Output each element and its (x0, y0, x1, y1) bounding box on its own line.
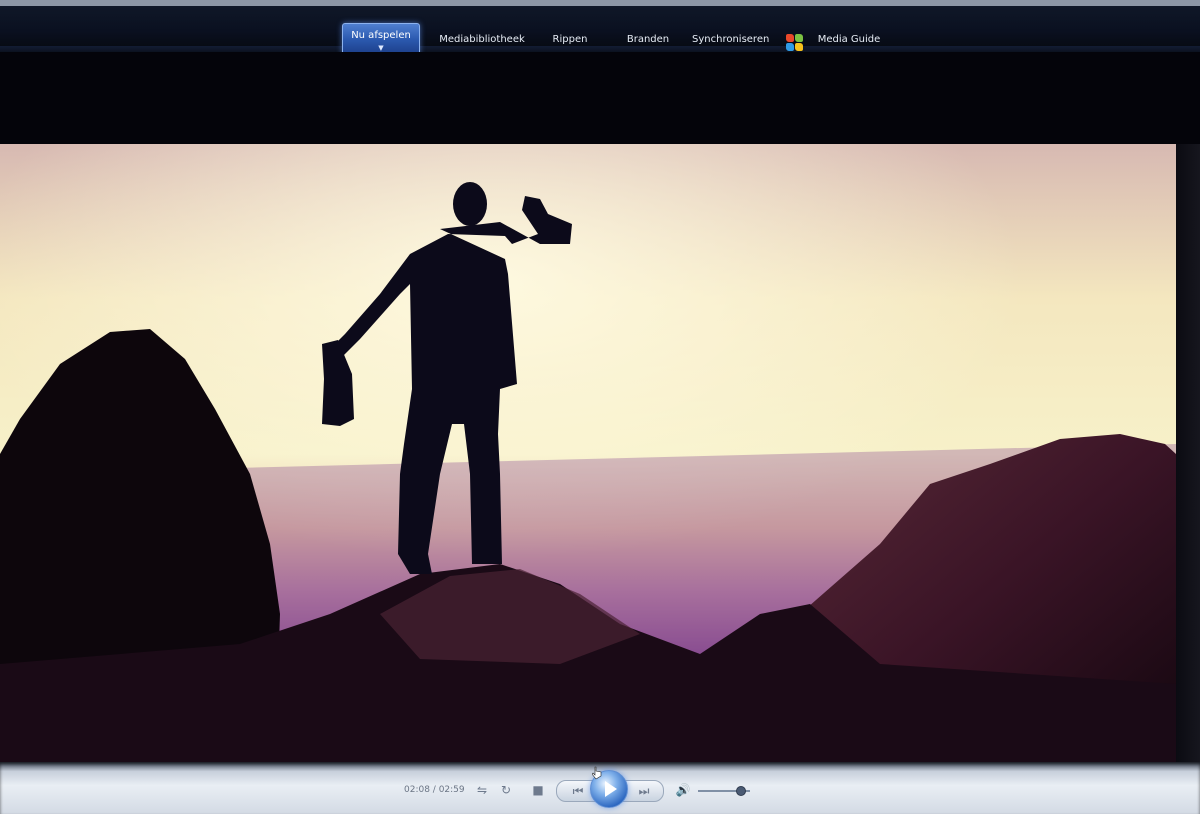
previous-icon[interactable]: ⏮ (567, 781, 589, 801)
volume-slider-thumb[interactable] (735, 786, 746, 796)
video-frame[interactable] (0, 144, 1176, 764)
tab-sync[interactable]: Synchroniseren (692, 28, 770, 52)
mouse-pointer-icon (592, 766, 602, 780)
tab-media-guide[interactable]: Media Guide (814, 28, 884, 52)
next-icon[interactable]: ⏭ (633, 781, 655, 801)
stop-icon[interactable]: ■ (530, 780, 546, 800)
tab-library[interactable]: Mediabibliotheek (436, 28, 528, 52)
play-icon (605, 781, 617, 797)
tab-library-label: Mediabibliotheek (439, 34, 525, 45)
tab-rip-label: Rippen (552, 34, 588, 45)
repeat-icon[interactable]: ↻ (498, 780, 514, 800)
time-readout: 02:08 / 02:59 (404, 785, 465, 795)
shuffle-icon[interactable]: ⇋ (474, 780, 490, 800)
speaker-icon[interactable]: 🔊 (674, 780, 692, 800)
tab-burn[interactable]: Branden (620, 28, 676, 52)
letterbox-top (0, 52, 1200, 144)
tab-sync-label: Synchroniseren (692, 34, 770, 45)
tab-burn-label: Branden (626, 34, 670, 45)
windows-logo-icon (786, 34, 804, 52)
right-bezel (1176, 144, 1200, 764)
chevron-down-icon[interactable]: ▼ (343, 44, 419, 52)
tab-now-playing[interactable]: Nu afspelen ▼ (342, 23, 420, 55)
tab-now-playing-label: Nu afspelen (351, 30, 411, 41)
nav-bar: Nu afspelen ▼ Mediabibliotheek Rippen Br… (0, 0, 1200, 58)
video-scene (0, 144, 1176, 764)
tab-media-guide-label: Media Guide (817, 34, 881, 45)
tab-rip[interactable]: Rippen (546, 28, 594, 52)
